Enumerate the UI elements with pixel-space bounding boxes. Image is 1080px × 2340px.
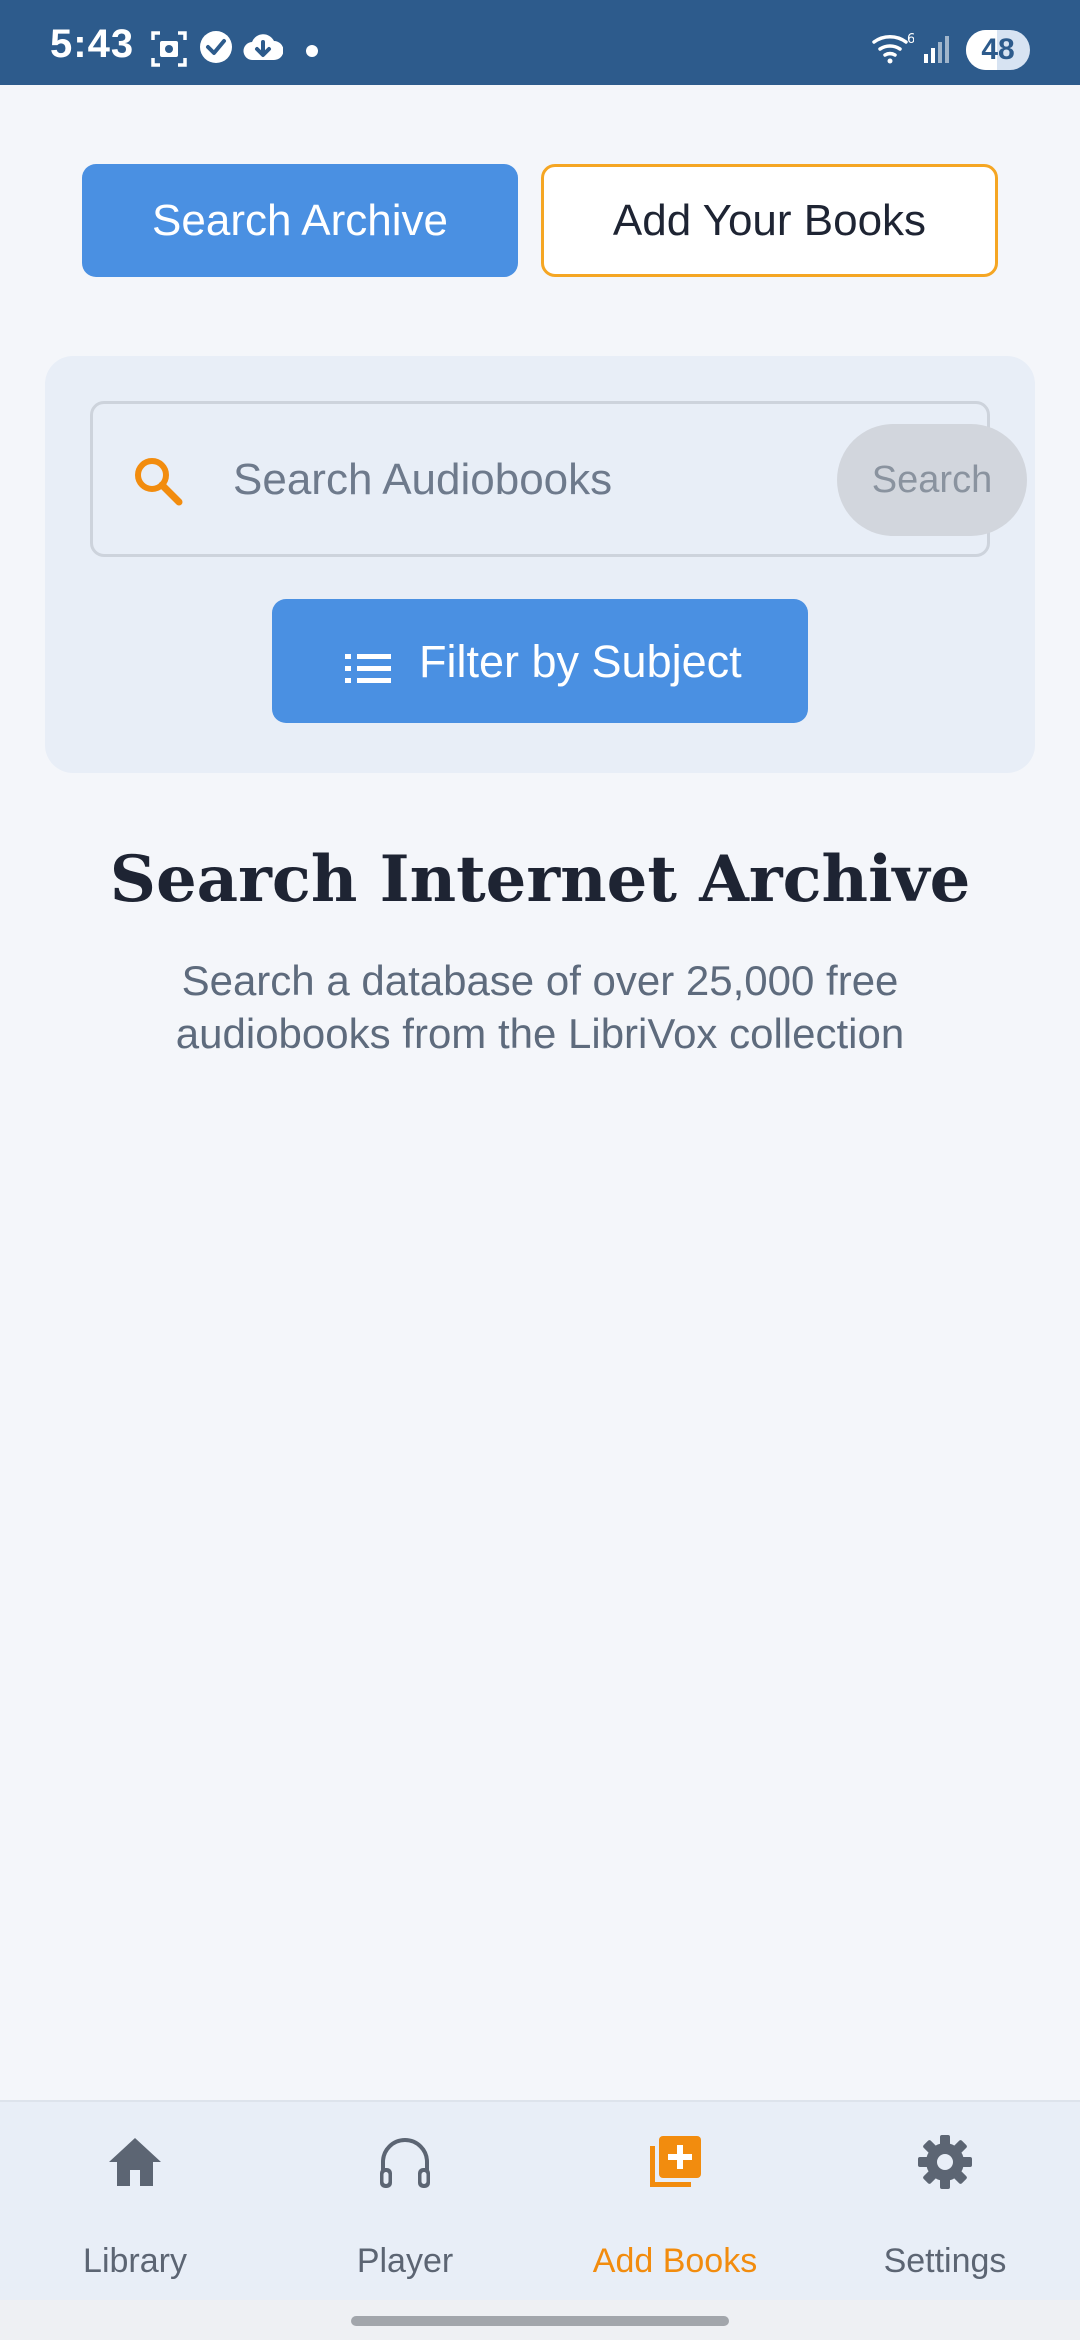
filter-by-subject-label: Filter by Subject <box>419 636 742 687</box>
notification-dot-icon <box>306 45 318 57</box>
battery-indicator: 48 <box>966 30 1030 70</box>
nav-item-library[interactable]: Library <box>0 2102 270 2302</box>
search-field: Search <box>90 401 1027 557</box>
nav-label-player: Player <box>356 2242 454 2280</box>
cloud-download-icon <box>243 30 284 69</box>
nav-label-settings: Settings <box>883 2242 1007 2280</box>
gesture-area <box>0 2300 1080 2340</box>
bottom-navigation: Library Player Add Books Settings <box>0 2100 1080 2302</box>
nav-label-library: Library <box>83 2242 187 2280</box>
add-library-icon <box>645 2132 705 2197</box>
search-input[interactable] <box>233 434 753 526</box>
search-button[interactable]: Search <box>837 424 1027 536</box>
page-title: Search Internet Archive <box>109 842 971 917</box>
filter-by-subject-button[interactable]: Filter by Subject <box>272 599 808 723</box>
search-panel: Search Filter by Subject <box>45 356 1035 773</box>
status-bar: 5:43 6 48 <box>0 0 1080 85</box>
list-icon <box>345 645 393 697</box>
page-description: Search a database of over 25,000 free au… <box>175 957 905 1057</box>
status-time: 5:43 <box>50 22 135 66</box>
signal-icon <box>922 34 954 69</box>
screenshot-icon <box>150 30 188 73</box>
add-your-books-button[interactable]: Add Your Books <box>541 164 998 277</box>
svg-text:6: 6 <box>907 32 914 47</box>
nav-item-settings[interactable]: Settings <box>810 2102 1080 2302</box>
home-gesture-bar[interactable] <box>351 2316 729 2326</box>
nav-label-add-books: Add Books <box>592 2242 758 2280</box>
nav-item-player[interactable]: Player <box>270 2102 540 2302</box>
check-circle-icon <box>199 30 233 69</box>
headphones-icon <box>375 2132 435 2197</box>
nav-item-add-books[interactable]: Add Books <box>540 2102 810 2302</box>
home-icon <box>105 2132 165 2197</box>
wifi-icon: 6 <box>872 32 915 69</box>
search-archive-button[interactable]: Search Archive <box>82 164 518 277</box>
search-icon <box>131 454 187 515</box>
gear-icon <box>915 2132 975 2197</box>
battery-level: 48 <box>981 33 1015 66</box>
